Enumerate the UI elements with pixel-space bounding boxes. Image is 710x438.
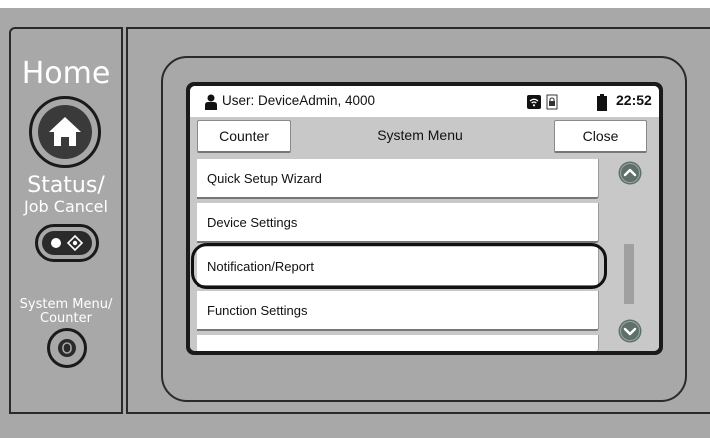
- clock: 22:52: [616, 92, 652, 108]
- menu-item-device-settings[interactable]: Device Settings: [197, 203, 599, 243]
- close-button[interactable]: Close: [554, 120, 647, 153]
- job-cancel-key-label: Job Cancel: [24, 197, 108, 216]
- system-menu-list: Quick Setup Wizard Device Settings Notif…: [190, 155, 659, 351]
- scroll-down-button[interactable]: [618, 319, 642, 343]
- counter-button[interactable]: Counter: [197, 120, 291, 153]
- logged-in-user: User: DeviceAdmin, 4000: [222, 93, 376, 108]
- menu-item-partial[interactable]: [197, 335, 599, 351]
- menu-item-function-settings[interactable]: Function Settings: [197, 291, 599, 331]
- status-key-label: Status/: [27, 173, 105, 198]
- user-icon: [205, 94, 217, 110]
- menu-item-quick-setup-wizard[interactable]: Quick Setup Wizard: [197, 159, 599, 199]
- scrollbar-thumb[interactable]: [624, 244, 634, 304]
- home-button[interactable]: [29, 96, 101, 168]
- system-menu-counter-button[interactable]: [47, 328, 87, 368]
- system-menu-icon: [62, 342, 72, 354]
- touch-screen: User: DeviceAdmin, 4000 22:52 Counter Sy…: [190, 86, 659, 351]
- home-icon: [49, 117, 81, 146]
- page-title: System Menu: [377, 127, 463, 143]
- home-button-face: [38, 105, 92, 159]
- system-menu-button-face: [58, 339, 76, 357]
- status-bar: User: DeviceAdmin, 4000 22:52: [190, 86, 659, 117]
- scroll-up-button[interactable]: [618, 161, 642, 185]
- system-menu-key-label: System Menu/: [19, 297, 113, 312]
- battery-icon: [597, 94, 607, 111]
- status-job-cancel-button[interactable]: [35, 224, 99, 262]
- counter-key-label: Counter: [40, 311, 92, 326]
- lock-icon: [546, 94, 558, 110]
- wifi-icon: [527, 95, 541, 109]
- status-icon: [51, 234, 84, 252]
- title-bar: Counter System Menu Close: [190, 117, 659, 155]
- highlight-ring: [191, 243, 607, 289]
- status-button-face: [42, 231, 92, 255]
- home-key-label: Home: [21, 56, 111, 91]
